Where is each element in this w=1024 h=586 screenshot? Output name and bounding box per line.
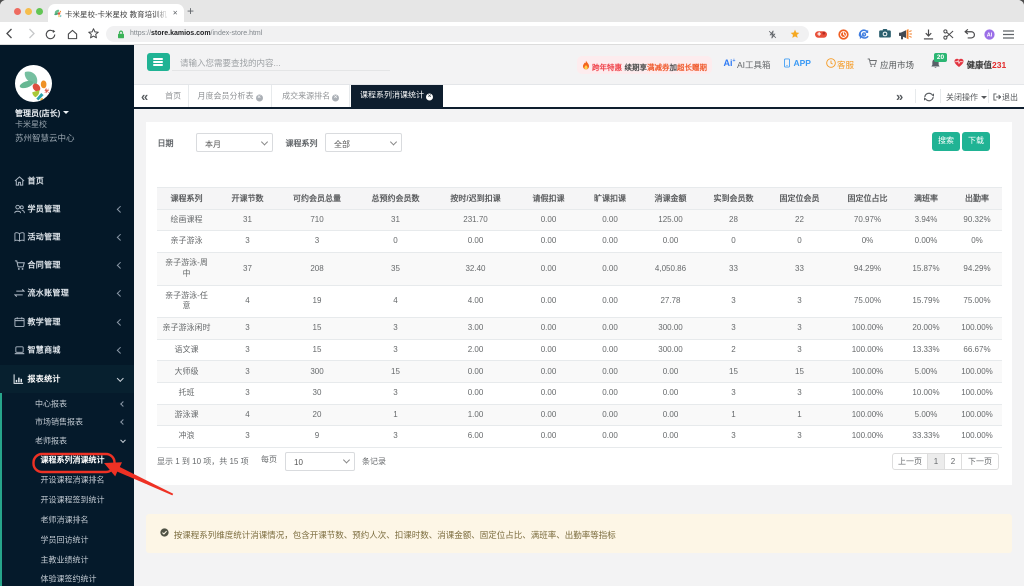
svg-text:米: 米 [45, 87, 50, 94]
svg-text:AI: AI [987, 32, 993, 38]
